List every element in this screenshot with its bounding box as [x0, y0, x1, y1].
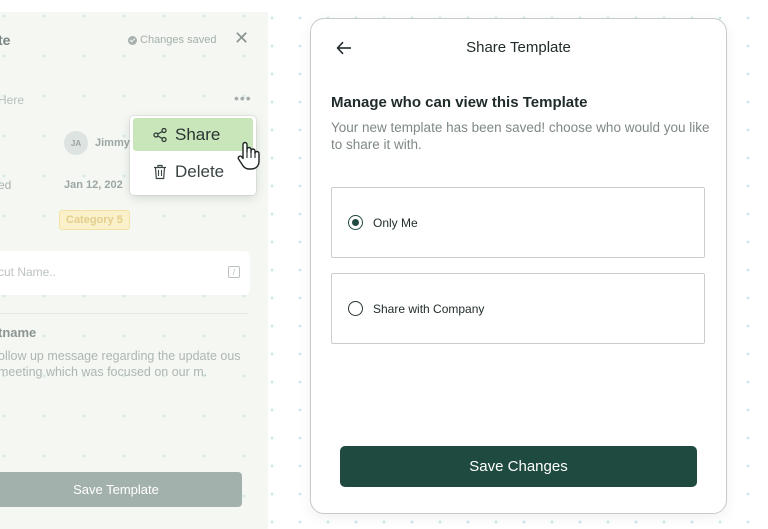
radio-unchecked-icon[interactable] [348, 301, 363, 316]
hand-cursor-icon [237, 141, 260, 170]
avatar: JA [64, 131, 88, 155]
close-icon[interactable]: ✕ [234, 29, 249, 47]
template-editor-panel: te Changes saved ✕ Here ••• JA Jimmy ed … [0, 12, 268, 529]
changes-saved-label: Changes saved [140, 34, 217, 46]
radio-checked-icon[interactable] [348, 215, 363, 230]
option-only-me[interactable]: Only Me [331, 187, 705, 258]
option-share-with-company[interactable]: Share with Company [331, 273, 705, 344]
shortcut-name-input[interactable]: cut Name.. / [0, 251, 250, 295]
date-value: Jan 12, 202 [64, 179, 123, 191]
menu-item-share-label: Share [175, 124, 221, 144]
editor-title: te [0, 32, 11, 48]
check-circle-icon [128, 35, 137, 45]
share-icon [153, 127, 167, 142]
section-title: tname [0, 325, 37, 340]
option-share-with-company-label: Share with Company [373, 301, 485, 316]
modal-description: Your new template has been saved! choose… [331, 120, 710, 152]
field-placeholder: Here [0, 93, 25, 107]
slash-shortcut-icon: / [228, 266, 240, 278]
option-only-me-label: Only Me [373, 215, 418, 230]
modal-heading: Manage who can view this Template [331, 94, 588, 111]
menu-item-delete[interactable]: Delete [133, 155, 253, 188]
category-badge: Category 5 [59, 210, 130, 230]
author-name: Jimmy [95, 137, 130, 149]
save-changes-button[interactable]: Save Changes [340, 446, 697, 487]
divider [0, 313, 248, 314]
save-template-button[interactable]: Save Template [0, 472, 242, 507]
modal-title: Share Template [466, 39, 571, 56]
share-template-modal: Share Template Manage who can view this … [310, 18, 727, 514]
trash-icon [154, 164, 166, 179]
menu-item-share[interactable]: Share [133, 118, 253, 151]
menu-item-delete-label: Delete [175, 161, 225, 181]
changes-saved-status: Changes saved [128, 34, 216, 46]
date-label: ed [0, 178, 12, 192]
shortcut-name-placeholder: cut Name.. [0, 265, 57, 279]
more-options-icon[interactable]: ••• [234, 90, 252, 106]
template-body-text: ollow up message regarding the update ou… [0, 349, 241, 379]
